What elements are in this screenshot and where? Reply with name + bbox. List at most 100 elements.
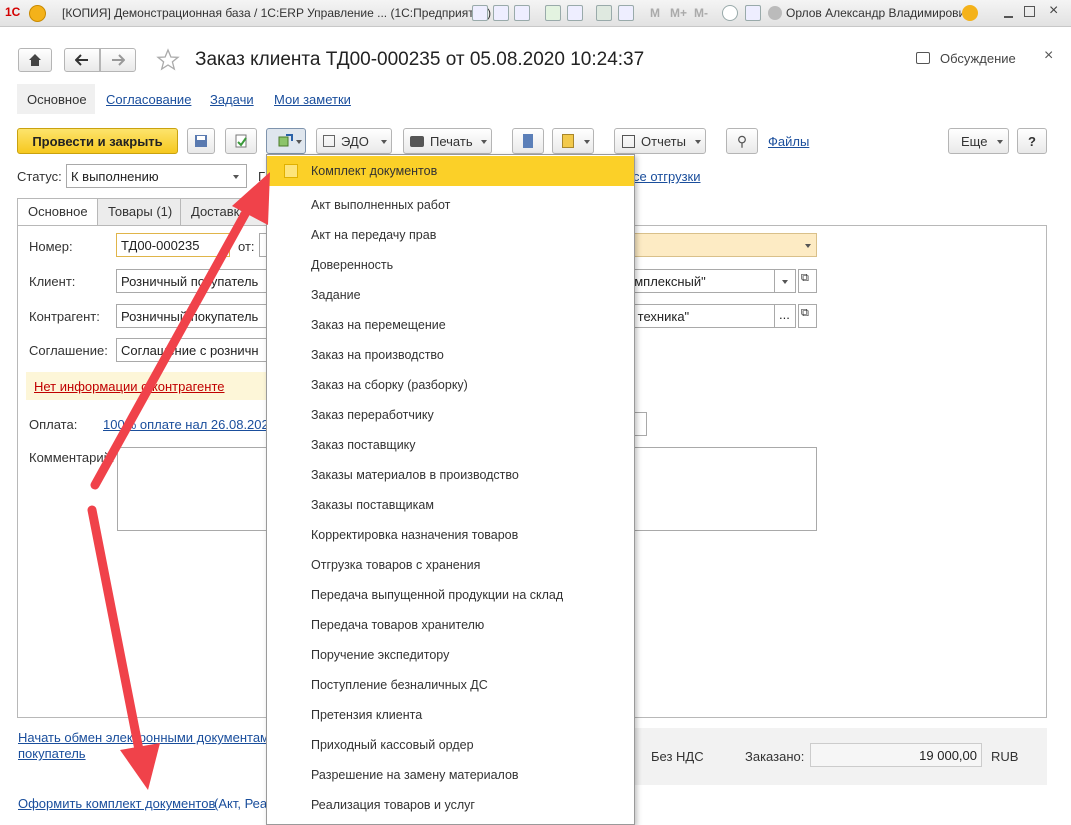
edo-exchange-link-2[interactable]: покупатель	[18, 746, 86, 761]
edo-exchange-link[interactable]: Начать обмен электронными документами	[18, 730, 266, 745]
payment-link[interactable]: 100% оплате нал 26.08.2020	[103, 417, 266, 432]
ordered-total-value: 19 000,00	[919, 748, 977, 763]
counterparty-field[interactable]: Розничный покупатель	[116, 304, 268, 328]
client-field[interactable]: Розничный покупатель	[116, 269, 268, 293]
menu-item[interactable]: Поступление безналичных ДС	[267, 670, 634, 700]
form-tab-goods[interactable]: Товары (1)	[97, 198, 184, 225]
shipments-link[interactable]: се отгрузки	[633, 169, 700, 184]
reports-button[interactable]: Отчеты	[614, 128, 706, 154]
upload-icon[interactable]	[545, 5, 561, 21]
edo-button[interactable]: ЭДО	[316, 128, 392, 154]
menu-item[interactable]: Акт на передачу прав	[267, 220, 634, 250]
post-button[interactable]	[225, 128, 257, 154]
operation-open-button[interactable]: ⧉	[798, 269, 817, 293]
info-icon[interactable]	[962, 5, 978, 21]
discussion-icon[interactable]	[916, 52, 930, 64]
menu-item-document-set[interactable]: Комплект документов	[267, 156, 634, 186]
chevron-down-icon	[381, 140, 387, 144]
save-button[interactable]	[187, 128, 215, 154]
operation-field[interactable]: омплексный"	[622, 269, 796, 293]
menu-item[interactable]: Заказы материалов в производство	[267, 460, 634, 490]
save-icon[interactable]	[472, 5, 488, 21]
menu-item[interactable]: Доверенность	[267, 250, 634, 280]
create-based-on-menu: Комплект документов Акт выполненных рабо…	[266, 154, 635, 825]
preview-icon[interactable]	[514, 5, 530, 21]
menu-item[interactable]: Передача выпущенной продукции на склад	[267, 580, 634, 610]
user-name[interactable]: Орлов Александр Владимирович	[786, 6, 972, 20]
floppy-icon	[195, 135, 207, 147]
app-logo-icon[interactable]: 1С	[5, 5, 25, 21]
agreement-field[interactable]: Соглашение с розничн	[116, 338, 268, 362]
back-button[interactable]	[64, 48, 100, 72]
window-title-bar: 1С [КОПИЯ] Демонстрационная база / 1С:ER…	[0, 0, 1071, 27]
number-value: ТД00-000235	[121, 238, 200, 253]
minimize-button[interactable]	[1004, 16, 1013, 18]
files-link[interactable]: Файлы	[768, 134, 809, 149]
menu-item[interactable]: Акт выполненных работ	[267, 190, 634, 220]
chevron-down-icon	[695, 140, 701, 144]
maximize-button[interactable]	[1024, 6, 1035, 17]
zoom-icon[interactable]	[722, 5, 738, 21]
direction-open-button[interactable]: ⧉	[798, 304, 817, 328]
counterparty-warning-link[interactable]: Нет информации о контрагенте	[34, 379, 225, 394]
help-button[interactable]: ?	[1017, 128, 1047, 154]
home-button[interactable]	[18, 48, 52, 72]
close-form-button[interactable]: ×	[1044, 47, 1053, 65]
direction-select-button[interactable]: ...	[774, 304, 796, 328]
main-menu-icon[interactable]	[29, 5, 46, 22]
number-field[interactable]: ТД00-000235	[116, 233, 230, 257]
memory-m-minus-button[interactable]: M-	[694, 6, 708, 20]
agreement-value: Соглашение с розничн	[121, 343, 259, 358]
direction-field[interactable]: я техника"	[622, 304, 796, 328]
organization-field[interactable]	[634, 233, 817, 257]
calendar-icon[interactable]	[618, 5, 634, 21]
panel-icon[interactable]	[745, 5, 761, 21]
nav-tab-tasks[interactable]: Задачи	[210, 92, 254, 107]
close-window-button[interactable]: ×	[1049, 2, 1058, 20]
create-based-icon	[278, 134, 293, 147]
post-and-close-button[interactable]: Провести и закрыть	[17, 128, 178, 154]
menu-item[interactable]: Разрешение на замену материалов	[267, 760, 634, 790]
attach-button[interactable]: ⚲	[726, 128, 758, 154]
attachments-button[interactable]	[552, 128, 594, 154]
create-based-on-button[interactable]	[266, 128, 306, 154]
print-button[interactable]: Печать	[403, 128, 492, 154]
menu-item[interactable]: Заказ переработчику	[267, 400, 634, 430]
forward-button[interactable]	[100, 48, 136, 72]
form-tab-delivery[interactable]: Доставка	[180, 198, 270, 225]
menu-item[interactable]: Отгрузка товаров с хранения	[267, 550, 634, 580]
calculator-icon[interactable]	[596, 5, 612, 21]
menu-item[interactable]: Заказ на сборку (разборку)	[267, 370, 634, 400]
menu-item[interactable]: Заказы поставщикам	[267, 490, 634, 520]
chevron-down-icon	[296, 140, 302, 144]
docs-set-paren[interactable]: (Акт, Реа	[214, 796, 266, 811]
menu-item[interactable]: Претензия клиента	[267, 700, 634, 730]
nav-tab-approval[interactable]: Согласование	[106, 92, 191, 107]
docs-set-link[interactable]: Оформить комплект документов	[18, 796, 215, 811]
payment-label: Оплата:	[29, 417, 78, 432]
more-button[interactable]: Еще	[948, 128, 1009, 154]
menu-item[interactable]: Заказ поставщику	[267, 430, 634, 460]
memory-m-button[interactable]: M	[650, 6, 660, 20]
status-select[interactable]: К выполнению	[66, 164, 247, 188]
menu-item[interactable]: Реализация товаров и услуг	[267, 790, 634, 820]
menu-item[interactable]: Поручение экспедитору	[267, 640, 634, 670]
menu-item[interactable]: Заказ на перемещение	[267, 310, 634, 340]
menu-item[interactable]: Корректировка назначения товаров	[267, 520, 634, 550]
menu-item[interactable]: Заказ на производство	[267, 340, 634, 370]
operation-dropdown[interactable]	[774, 269, 796, 293]
menu-item[interactable]: Задание	[267, 280, 634, 310]
nav-tab-main-label[interactable]: Основное	[27, 92, 87, 107]
favorite-star-icon[interactable]	[156, 48, 180, 72]
menu-item[interactable]: Приходный кассовый ордер	[267, 730, 634, 760]
form-tab-main[interactable]: Основное	[17, 198, 99, 226]
nav-tab-notes[interactable]: Мои заметки	[274, 92, 351, 107]
menu-item-label: Комплект документов	[311, 164, 438, 178]
payment-right-field[interactable]	[634, 412, 647, 436]
structure-button[interactable]	[512, 128, 544, 154]
memory-m-plus-button[interactable]: M+	[670, 6, 687, 20]
menu-item[interactable]: Передача товаров хранителю	[267, 610, 634, 640]
print-icon[interactable]	[493, 5, 509, 21]
mail-icon[interactable]	[567, 5, 583, 21]
discussion-link[interactable]: Обсуждение	[940, 51, 1016, 66]
